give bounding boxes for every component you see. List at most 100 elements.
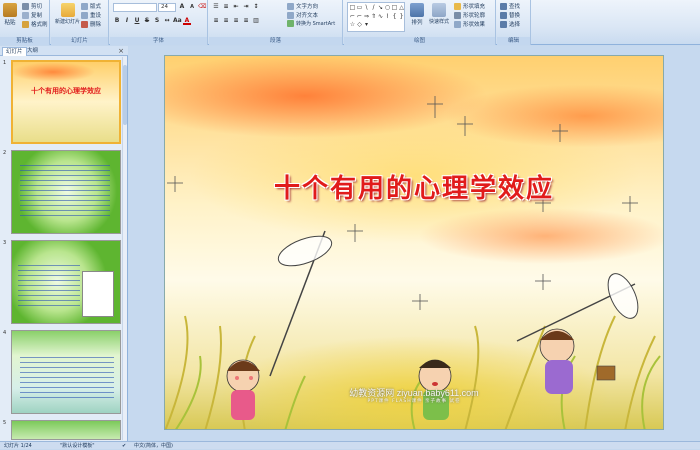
align-center-button[interactable]: ≡ (222, 17, 230, 25)
text-direction-button[interactable]: 文字方向 (287, 2, 318, 10)
shape-fill-button[interactable]: 形状填充 (454, 2, 485, 10)
char-spacing-button[interactable]: ↔ (163, 17, 171, 25)
thumb-title: 十个有用的心理学效应 (31, 86, 101, 95)
grow-font-button[interactable]: A (178, 3, 186, 11)
justify-button[interactable]: ≡ (242, 17, 250, 25)
copy-button[interactable]: 复制 (22, 11, 42, 19)
line-shape-icon[interactable]: \ (363, 4, 370, 13)
paste-button[interactable]: 粘贴 (3, 3, 17, 26)
slide-number: 1 (3, 60, 7, 66)
arrange-button[interactable]: 排列 (410, 3, 424, 26)
bold-button[interactable]: B (113, 17, 121, 25)
connector-shape-icon[interactable]: ⌐ (356, 13, 363, 22)
italic-button[interactable]: I (123, 17, 131, 25)
arrow-shape-icon[interactable]: ↘ (377, 4, 384, 13)
slides-panel: 幻灯片 大纲 × 1 十个有用的心理学效应 2 3 4 5 (0, 46, 128, 441)
smartart-button[interactable]: 转换为 SmartArt (287, 20, 335, 27)
shadow-button[interactable]: S (153, 17, 161, 25)
tab-slides[interactable]: 幻灯片 (2, 47, 27, 56)
child-figure-icon (539, 328, 616, 394)
close-icon[interactable]: × (118, 47, 124, 55)
underline-button[interactable]: U (133, 17, 141, 25)
slide-thumbnail[interactable] (11, 330, 121, 414)
slide-thumbnail-row: 5 (0, 420, 124, 440)
current-slide[interactable]: 十个有用的心理学效应 幼教资源网 ziyuan.baby611.com PPT课… (164, 55, 664, 430)
cut-button[interactable]: 剪切 (22, 2, 42, 10)
thumb-text-block (20, 165, 110, 219)
clear-format-button[interactable]: ⌫ (198, 3, 206, 11)
paragraph-group-label: 段落 (209, 37, 342, 45)
replace-button[interactable]: 替换 (500, 11, 520, 19)
font-size-dropdown[interactable]: 24 (158, 3, 176, 12)
align-left-button[interactable]: ≡ (212, 17, 220, 25)
shrink-font-button[interactable]: A (188, 3, 196, 11)
bullets-button[interactable]: ☰ (212, 3, 220, 11)
brace-shape-icon[interactable]: } (398, 13, 405, 22)
strikethrough-button[interactable]: S (143, 17, 151, 25)
new-slide-icon (60, 3, 75, 17)
slide-thumbnail[interactable] (11, 240, 121, 324)
quick-styles-button[interactable]: 快速样式 (429, 3, 449, 25)
rectangle-shape-icon[interactable]: □ (349, 4, 356, 13)
line-spacing-button[interactable]: ↕ (252, 3, 260, 11)
panel-scrollbar[interactable] (122, 57, 127, 440)
new-slide-button[interactable]: 新建幻灯片 (55, 3, 80, 25)
star-shape-icon[interactable]: ☆ (349, 21, 356, 30)
arrange-icon (410, 3, 424, 17)
reset-icon (81, 11, 88, 19)
slide-illustration (165, 96, 661, 429)
line-shape-icon[interactable]: / (370, 4, 377, 13)
paste-icon (3, 3, 17, 17)
decrease-indent-button[interactable]: ⇤ (232, 3, 240, 11)
change-case-button[interactable]: Aa (173, 17, 182, 25)
slide-number: 2 (3, 150, 7, 156)
scrollbar-thumb[interactable] (123, 65, 127, 125)
numbering-button[interactable]: ≡ (222, 3, 230, 11)
tab-outline[interactable]: 大纲 (24, 47, 41, 56)
delete-slide-button[interactable]: 删除 (81, 20, 101, 28)
shapes-gallery[interactable]: □ ▭ \ / ↘ ○ □ △ ⌐ ⌐ ⇒ ⇑ ∿ ⌇ { } ☆ ◇ ▾ (347, 2, 405, 32)
arrow-shape-icon[interactable]: ⇒ (363, 13, 370, 22)
format-painter-button[interactable]: 格式刷 (22, 20, 48, 28)
drawing-group-label: 绘图 (344, 37, 495, 45)
align-right-button[interactable]: ≡ (232, 17, 240, 25)
clipboard-group: 粘贴 剪切 复制 格式刷 剪贴板 (0, 0, 50, 45)
align-text-button[interactable]: 对齐文本 (287, 11, 318, 19)
shape-outline-button[interactable]: 形状轮廓 (454, 11, 485, 19)
slides-group-label: 幻灯片 (51, 37, 108, 45)
increase-indent-button[interactable]: ⇥ (242, 3, 250, 11)
rectangle-shape-icon[interactable]: ▭ (356, 4, 363, 13)
slide-thumbnail[interactable] (11, 420, 121, 440)
reset-button[interactable]: 重设 (81, 11, 101, 19)
font-size-buttons: A A ⌫ (178, 3, 207, 11)
font-color-button[interactable]: A (183, 17, 191, 25)
shape-effects-button[interactable]: 形状效果 (454, 20, 485, 28)
pen-icon (454, 11, 461, 19)
triangle-shape-icon[interactable]: △ (398, 4, 405, 13)
find-button[interactable]: 查找 (500, 2, 520, 10)
effects-icon (454, 20, 461, 28)
ribbon: 粘贴 剪切 复制 格式刷 剪贴板 新建幻灯片 版式 重设 删除 幻灯片 24 A… (0, 0, 700, 45)
columns-button[interactable]: ▥ (252, 17, 260, 25)
font-name-dropdown[interactable] (113, 3, 157, 12)
slide-thumbnail-row: 3 (0, 240, 124, 326)
line-shape-icon[interactable]: ⌐ (349, 13, 356, 22)
brace-shape-icon[interactable]: { (391, 13, 398, 22)
butterfly-net-icon (269, 230, 333, 377)
cursor-icon (500, 20, 507, 28)
ellipse-shape-icon[interactable]: ○ (384, 4, 391, 13)
slide-thumbnail[interactable] (11, 150, 121, 234)
thumb-text-block (18, 265, 80, 309)
more-shapes-icon[interactable]: ▾ (363, 21, 370, 30)
slide-title[interactable]: 十个有用的心理学效应 (165, 168, 663, 205)
curve-shape-icon[interactable]: ∿ (377, 13, 384, 22)
slide-thumbnail[interactable]: 十个有用的心理学效应 (11, 60, 121, 144)
freeform-shape-icon[interactable]: ⌇ (384, 13, 391, 22)
callout-shape-icon[interactable]: ◇ (356, 21, 363, 30)
rect-shape-icon[interactable]: □ (391, 4, 398, 13)
slide-thumbnail-row: 2 (0, 150, 124, 236)
slide-editing-area: 十个有用的心理学效应 幼教资源网 ziyuan.baby611.com PPT课… (129, 46, 700, 441)
arrow-shape-icon[interactable]: ⇑ (370, 13, 377, 22)
layout-button[interactable]: 版式 (81, 2, 101, 10)
select-button[interactable]: 选择 (500, 20, 520, 28)
